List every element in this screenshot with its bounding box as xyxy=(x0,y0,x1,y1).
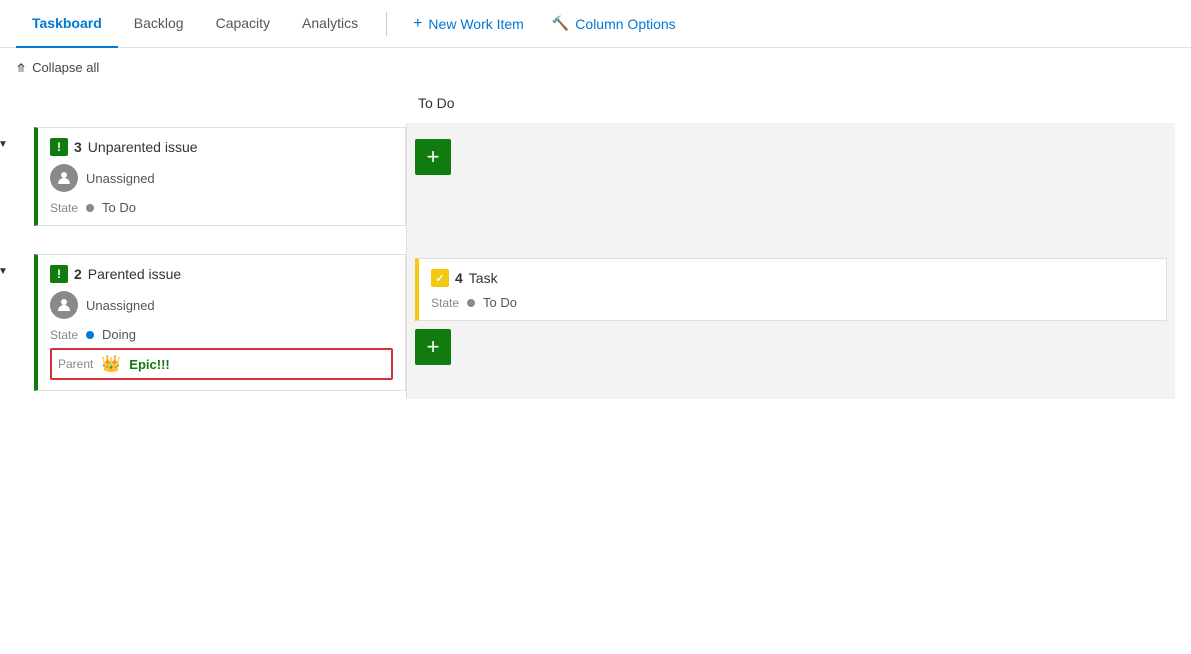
section-gap-right xyxy=(406,234,1175,250)
wrench-icon: 🔨 xyxy=(552,15,569,32)
state-row-2: State Doing xyxy=(50,327,393,342)
new-work-item-button[interactable]: + New Work Item xyxy=(399,8,538,40)
work-item-card-3: 3 Unparented issue Unassigned xyxy=(34,127,406,226)
task-card-4: 4 Task State To Do xyxy=(415,258,1167,321)
work-item-card-2: 2 Parented issue Unassigned St xyxy=(34,254,406,391)
plus-icon-2: + xyxy=(427,334,440,360)
state-row: State To Do xyxy=(50,200,393,215)
section-gap xyxy=(16,234,406,250)
task-state-dot xyxy=(467,299,475,307)
row1-collapse-arrow[interactable]: ▼ xyxy=(0,139,8,150)
nav-bar: Taskboard Backlog Capacity Analytics + N… xyxy=(0,0,1191,48)
column-options-button[interactable]: 🔨 Column Options xyxy=(538,8,690,40)
plus-icon: + xyxy=(427,144,440,170)
row2-left-panel: ▼ 2 Parented issue xyxy=(16,250,406,399)
avatar-2 xyxy=(50,291,78,319)
item-title-row: 3 Unparented issue xyxy=(50,138,393,156)
state-dot-doing xyxy=(86,331,94,339)
issue-icon-2 xyxy=(50,265,68,283)
todo-col-header: To Do xyxy=(406,87,1175,119)
board: ▼ 3 Unparented issue xyxy=(16,123,1175,399)
tab-taskboard[interactable]: Taskboard xyxy=(16,0,118,48)
plus-icon: + xyxy=(413,15,422,33)
left-col-header xyxy=(16,87,406,119)
add-item-button-row2[interactable]: + xyxy=(415,329,451,365)
avatar xyxy=(50,164,78,192)
nav-divider xyxy=(386,12,387,36)
parent-name: Epic!!! xyxy=(129,357,169,372)
row1-right-panel: + xyxy=(406,123,1175,234)
tab-analytics[interactable]: Analytics xyxy=(286,0,374,48)
assignee-row: Unassigned xyxy=(50,164,393,192)
tab-backlog[interactable]: Backlog xyxy=(118,0,200,48)
task-title-row: 4 Task xyxy=(431,269,1154,287)
collapse-all-button[interactable]: ⤊ Collapse all xyxy=(16,60,1175,75)
item-title-row: 2 Parented issue xyxy=(50,265,393,283)
parent-row: Parent 👑 Epic!!! xyxy=(50,348,393,380)
collapse-icon: ⤊ xyxy=(16,61,26,75)
main-content: ⤊ Collapse all To Do ▼ 3 Unparented issu… xyxy=(0,48,1191,411)
crown-icon: 👑 xyxy=(101,354,121,374)
assignee-row-2: Unassigned xyxy=(50,291,393,319)
state-dot xyxy=(86,204,94,212)
row2-right-panel: 4 Task State To Do + xyxy=(406,250,1175,399)
column-headers: To Do xyxy=(16,87,1175,119)
row2-collapse-arrow[interactable]: ▼ xyxy=(0,266,8,277)
tab-capacity[interactable]: Capacity xyxy=(200,0,286,48)
task-icon xyxy=(431,269,449,287)
issue-icon xyxy=(50,138,68,156)
row1-left-panel: ▼ 3 Unparented issue xyxy=(16,123,406,234)
task-state-row: State To Do xyxy=(431,295,1154,310)
add-item-button-row1[interactable]: + xyxy=(415,139,451,175)
